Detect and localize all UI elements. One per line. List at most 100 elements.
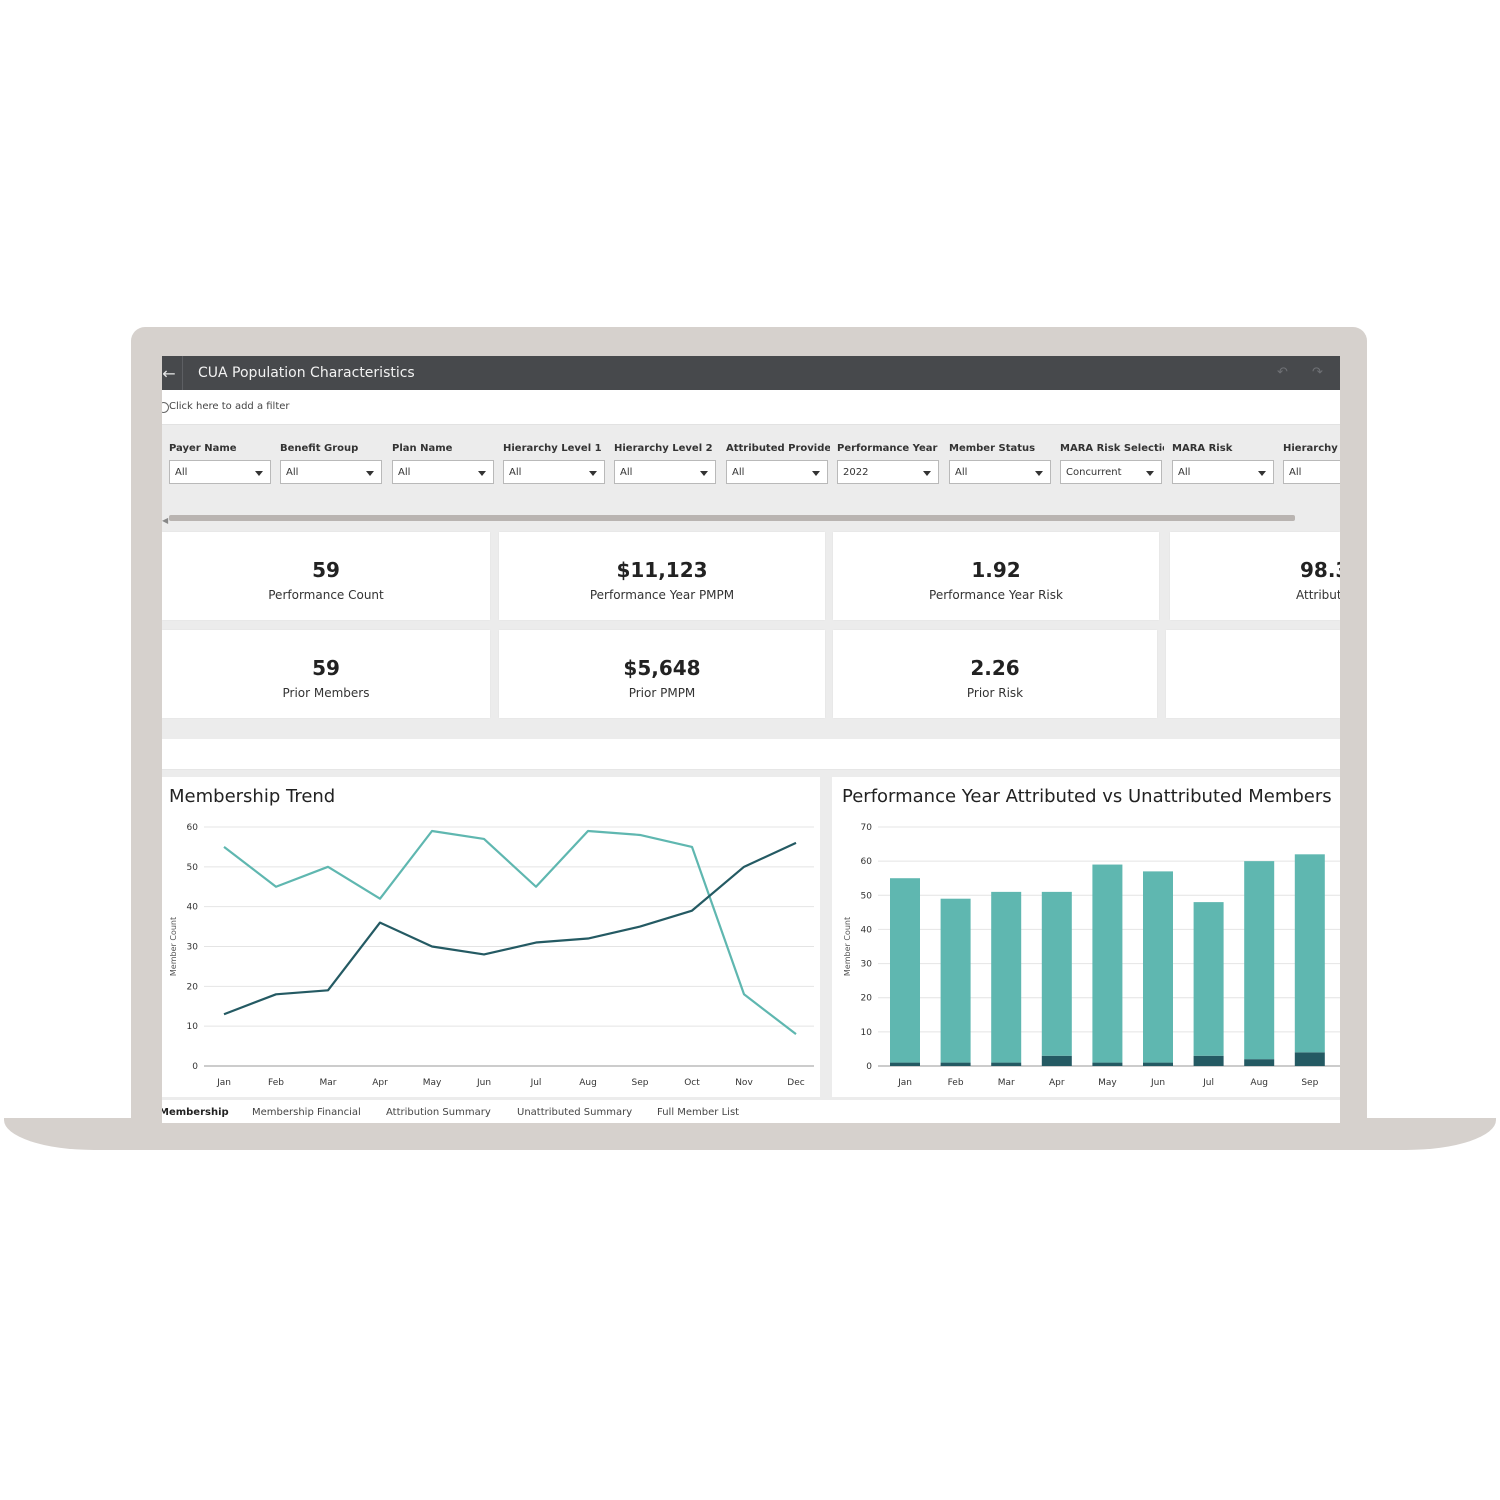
x-tick-label: Sep: [632, 1078, 649, 1088]
filter-value: All: [286, 467, 299, 478]
back-arrow-icon[interactable]: ←: [162, 364, 176, 383]
filter-dropdown[interactable]: All: [949, 460, 1051, 484]
filter-dropdown[interactable]: All: [1172, 460, 1274, 484]
filter-dropdown[interactable]: 2022: [837, 460, 939, 484]
x-tick-label: May: [1098, 1078, 1117, 1088]
filter-hierarchy-level-1: Hierarchy Level 1 All: [503, 442, 607, 484]
filter-value: All: [955, 467, 968, 478]
y-tick-label: 20: [187, 982, 199, 992]
section-divider: [162, 739, 1340, 770]
tab-membership-financial[interactable]: Membership Financial: [252, 1107, 361, 1118]
series-line-1: [223, 829, 797, 1036]
kpi-value: $11,123: [616, 558, 708, 582]
bar-segment-2: [940, 898, 971, 1063]
x-tick-label: Oct: [684, 1078, 700, 1088]
tab-full-member-list[interactable]: Full Member List: [657, 1107, 739, 1118]
filter-label: Hierarchy Level 2: [614, 443, 713, 454]
kpi-empty: [1166, 630, 1340, 718]
undo-icon[interactable]: ↶: [1277, 365, 1288, 380]
bar-segment-1: [991, 1062, 1022, 1066]
y-tick-label: 50: [861, 891, 873, 901]
bar-segment-2: [1092, 864, 1123, 1063]
bar-segment-2: [1193, 902, 1224, 1056]
bar-segment-2: [1294, 854, 1325, 1053]
kpi-area: 59 Performance Count $11,123 Performance…: [162, 525, 1340, 739]
filter-dropdown[interactable]: All: [280, 460, 382, 484]
tab-unattributed-summary[interactable]: Unattributed Summary: [517, 1107, 632, 1118]
horizontal-scrollbar[interactable]: [169, 515, 1295, 521]
filter-performance-year: Performance Year 2022: [837, 442, 941, 484]
y-axis-title: Member Count: [169, 917, 178, 976]
filter-hierarchy-level-3: Hierarchy L All: [1283, 442, 1340, 484]
filter-mara-risk: MARA Risk All: [1172, 442, 1276, 484]
x-tick-label: Feb: [948, 1078, 964, 1088]
kpi-value: 59: [312, 558, 340, 582]
title-separator: [182, 356, 183, 390]
caret-down-icon: [589, 471, 597, 476]
filter-dropdown[interactable]: All: [169, 460, 271, 484]
series-line-2: [223, 841, 797, 1016]
filter-label: Hierarchy Level 1: [503, 443, 602, 454]
caret-down-icon: [1258, 471, 1266, 476]
x-tick-label: May: [423, 1078, 442, 1088]
filter-dropdown[interactable]: All: [1283, 460, 1340, 484]
bar-segment-1: [1041, 1055, 1072, 1066]
kpi-label: Performance Count: [268, 588, 384, 602]
bar-segment-1: [1244, 1059, 1275, 1066]
x-tick-label: Jul: [1202, 1078, 1214, 1088]
bar-segment-1: [1092, 1062, 1123, 1066]
y-tick-label: 30: [861, 960, 873, 970]
filter-label: MARA Risk: [1172, 443, 1233, 454]
kpi-label: Attribut: [1296, 588, 1340, 602]
bar-segment-2: [1143, 871, 1173, 1063]
add-filter-icon[interactable]: [162, 402, 169, 413]
y-tick-label: 50: [187, 863, 199, 873]
filter-value: 2022: [843, 467, 869, 478]
attributed-members-chart: 0 10 20 30 40 50 60 70 Member Count Jan Feb Mar Apr M…: [843, 823, 1340, 1088]
filter-label: Member Status: [949, 443, 1036, 454]
filter-value: All: [732, 467, 745, 478]
filter-dropdown[interactable]: All: [614, 460, 716, 484]
y-tick-label: 60: [861, 857, 873, 867]
filter-panel: Payer Name All Benefit Group All Plan Na…: [162, 425, 1340, 525]
kpi-prior-members: 59 Prior Members: [162, 630, 490, 718]
kpi-value: $5,648: [623, 656, 701, 680]
bottom-tabs: Membership Membership Financial Attribut…: [162, 1100, 1340, 1123]
filter-dropdown[interactable]: All: [503, 460, 605, 484]
bar-segment-2: [1244, 861, 1275, 1060]
x-tick-label: Mar: [998, 1078, 1015, 1088]
redo-icon[interactable]: ↷: [1312, 365, 1323, 380]
filter-bar[interactable]: Click here to add a filter: [162, 390, 1340, 425]
membership-trend-chart: 0 10 20 30 40 50 60 Jan Feb Mar Apr May Jun Jul Aug Sep…: [169, 823, 814, 1088]
y-tick-label: 70: [861, 823, 873, 833]
bar-segment-1: [1193, 1055, 1224, 1066]
filter-payer-name: Payer Name All: [169, 442, 273, 484]
x-tick-label: Nov: [735, 1078, 753, 1088]
filter-hierarchy-level-2: Hierarchy Level 2 All: [614, 442, 718, 484]
tab-membership[interactable]: Membership: [162, 1107, 229, 1118]
attributed-members-panel: Performance Year Attributed vs Unattribu…: [832, 777, 1340, 1097]
filter-dropdown[interactable]: Concurrent: [1060, 460, 1162, 484]
filter-dropdown[interactable]: All: [726, 460, 828, 484]
add-filter-link[interactable]: Click here to add a filter: [169, 401, 290, 412]
filter-value: All: [1178, 467, 1191, 478]
kpi-label: Performance Year PMPM: [589, 588, 735, 602]
bar-segment-1: [940, 1062, 971, 1066]
filter-label: Hierarchy L: [1283, 443, 1340, 454]
y-tick-label: 20: [861, 994, 873, 1004]
filter-value: All: [509, 467, 522, 478]
bar-segment-2: [890, 878, 920, 1063]
tab-attribution-summary[interactable]: Attribution Summary: [386, 1107, 491, 1118]
filter-dropdown[interactable]: All: [392, 460, 494, 484]
y-axis-title: Member Count: [843, 917, 852, 976]
kpi-performance-count: 59 Performance Count: [162, 532, 490, 620]
kpi-value: 59: [312, 656, 340, 680]
kpi-performance-year-pmpm: $11,123 Performance Year PMPM: [499, 532, 825, 620]
x-tick-label: Jun: [1150, 1078, 1165, 1088]
y-tick-label: 10: [187, 1022, 199, 1032]
y-tick-label: 0: [192, 1062, 198, 1072]
filter-label: MARA Risk Selection: [1060, 443, 1164, 454]
scroll-left-icon[interactable]: ◀: [162, 516, 168, 525]
bar-segment-1: [890, 1062, 920, 1066]
filter-plan-name: Plan Name All: [392, 442, 496, 484]
